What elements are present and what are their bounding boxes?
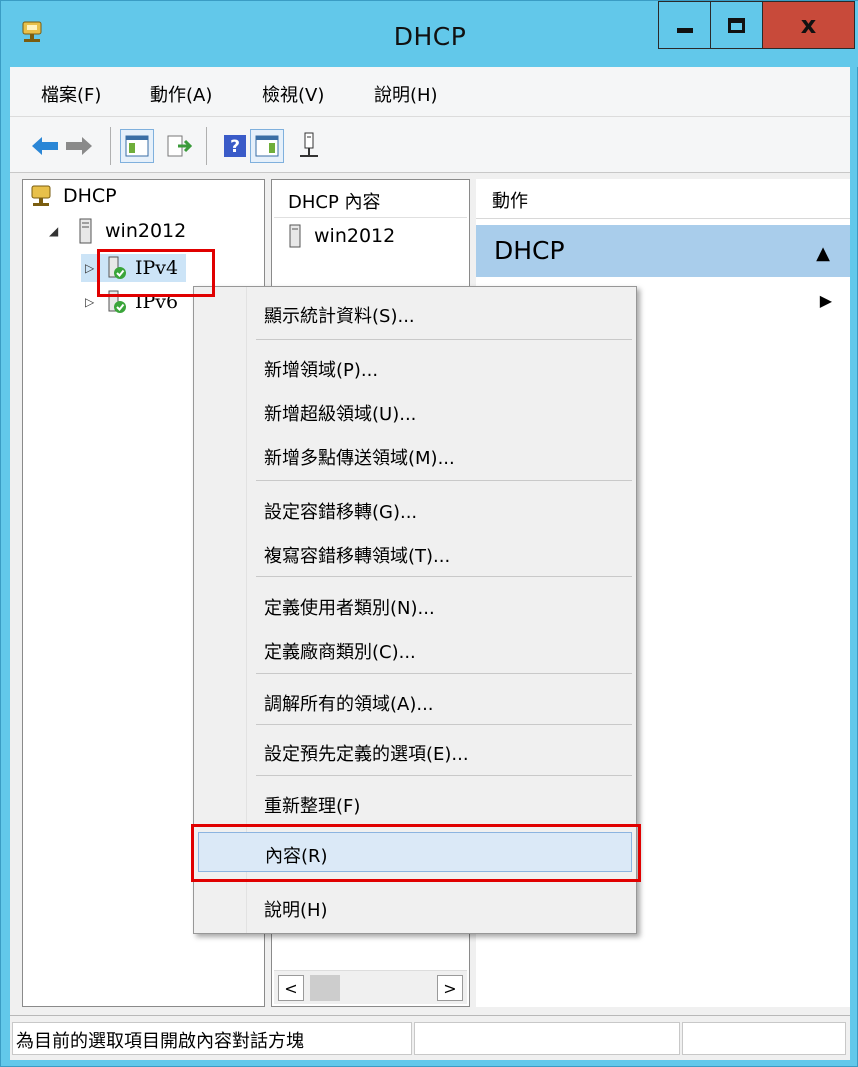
maximize-button[interactable] [710, 1, 762, 49]
ctx-separator [256, 673, 632, 674]
forward-icon [66, 137, 92, 155]
ctx-item-properties[interactable]: 內容(R) [198, 832, 632, 872]
tree-node-server[interactable]: ◢ win2012 [49, 218, 186, 244]
ctx-separator [256, 576, 632, 577]
forward-button[interactable] [62, 129, 96, 163]
ctx-item-define-user-classes[interactable]: 定義使用者類別(N)... [194, 585, 636, 625]
ctx-item-set-predefined-options[interactable]: 設定預先定義的選項(E)... [194, 731, 636, 771]
back-icon [32, 137, 58, 155]
ctx-item-define-vendor-classes[interactable]: 定義廠商類別(C)... [194, 629, 636, 669]
ctx-item-new-scope[interactable]: 新增領域(P)... [194, 347, 636, 387]
help-button[interactable]: ? [218, 129, 252, 163]
action-pane-header: 動作 [476, 179, 850, 219]
menu-bar: 檔案(F) 動作(A) 檢視(V) 說明(H) [10, 67, 850, 117]
tree-node-ipv6[interactable]: ▷ IPv6 [81, 290, 178, 314]
export-list-button[interactable] [162, 129, 196, 163]
horizontal-scrollbar[interactable]: < > [274, 970, 467, 1004]
server-icon [79, 218, 92, 244]
title-bar[interactable]: DHCP x [1, 1, 858, 67]
ctx-item-new-multicast-scope[interactable]: 新增多點傳送領域(M)... [194, 435, 636, 475]
tree-label-ipv6: IPv6 [135, 291, 179, 313]
ctx-item-replicate-failover-scopes[interactable]: 複寫容錯移轉領域(T)... [194, 533, 636, 573]
ctx-item-help[interactable]: 說明(H) [194, 887, 636, 927]
ctx-separator [256, 775, 632, 776]
collapse-arrow-icon[interactable]: ◢ [49, 224, 65, 238]
results-item-label: win2012 [314, 225, 396, 247]
back-button[interactable] [28, 129, 62, 163]
ctx-separator [256, 480, 632, 481]
menu-help[interactable]: 說明(H) [374, 81, 438, 107]
toolbar-separator [206, 127, 207, 165]
menu-view[interactable]: 檢視(V) [262, 81, 324, 107]
ipv4-icon [108, 256, 126, 279]
ctx-separator [256, 880, 632, 881]
tree-label-dhcp: DHCP [63, 185, 117, 207]
status-text: 為目前的選取項目開啟內容對話方塊 [12, 1022, 412, 1055]
show-hide-console-tree-icon [125, 135, 149, 157]
action-group-title: DHCP [494, 236, 565, 265]
show-hide-action-pane-button[interactable] [250, 129, 284, 163]
ctx-separator [256, 825, 632, 826]
ctx-item-refresh[interactable]: 重新整理(F) [194, 783, 636, 823]
toolbar-separator [110, 127, 111, 165]
server-icon [289, 224, 301, 248]
ctx-item-show-statistics[interactable]: 顯示統計資料(S)... [194, 293, 636, 333]
help-icon: ? [224, 135, 246, 157]
tree-label-server: win2012 [105, 220, 187, 242]
submenu-arrow-icon[interactable]: ▶ [820, 291, 832, 310]
ctx-item-new-superscope[interactable]: 新增超級領域(U)... [194, 391, 636, 431]
status-cell-2 [414, 1022, 680, 1055]
ipv6-icon [108, 290, 126, 313]
close-icon: x [800, 11, 817, 39]
scroll-thumb[interactable] [310, 975, 340, 1001]
status-cell-3 [682, 1022, 846, 1055]
show-hide-tree-button[interactable] [120, 129, 154, 163]
minimize-icon [676, 27, 693, 33]
ctx-item-reconcile-all-scopes[interactable]: 調解所有的領域(A)... [194, 681, 636, 721]
export-list-icon [167, 135, 192, 157]
ctx-separator [256, 724, 632, 725]
minimize-button[interactable] [658, 1, 710, 49]
scroll-right-button[interactable]: > [437, 975, 463, 1001]
server-button[interactable] [292, 129, 326, 163]
tree-label-ipv4: IPv4 [135, 257, 179, 279]
tree-node-dhcp[interactable]: DHCP [29, 184, 117, 208]
status-bar: 為目前的選取項目開啟內容對話方塊 [10, 1015, 850, 1060]
dhcp-icon [31, 185, 51, 206]
results-column-header[interactable]: DHCP 內容 [274, 182, 467, 218]
tree-node-ipv4[interactable]: ▷ IPv4 [81, 254, 187, 282]
expand-arrow-icon[interactable]: ▷ [85, 261, 101, 275]
menu-action[interactable]: 動作(A) [150, 81, 212, 107]
dhcp-window: DHCP x 檔案(F) 動作(A) 檢視(V) 說明(H) ? DHCP ◢ … [0, 0, 858, 1067]
close-button[interactable]: x [762, 1, 855, 49]
server-icon [300, 132, 318, 157]
ctx-separator [256, 339, 632, 340]
context-menu: 顯示統計資料(S)... 新增領域(P)... 新增超級領域(U)... 新增多… [193, 286, 637, 934]
show-hide-action-pane-icon [255, 135, 279, 157]
expand-arrow-icon[interactable]: ▷ [85, 295, 101, 309]
maximize-icon [728, 17, 745, 33]
action-group-dhcp[interactable]: DHCP ▲ [476, 225, 850, 277]
collapse-up-icon[interactable]: ▲ [816, 243, 830, 264]
results-item-server[interactable]: win2012 [288, 224, 395, 248]
svg-text:?: ? [230, 137, 240, 157]
toolbar: ? [10, 117, 850, 173]
menu-file[interactable]: 檔案(F) [41, 81, 101, 107]
ctx-item-configure-failover[interactable]: 設定容錯移轉(G)... [194, 489, 636, 529]
scroll-left-button[interactable]: < [278, 975, 304, 1001]
